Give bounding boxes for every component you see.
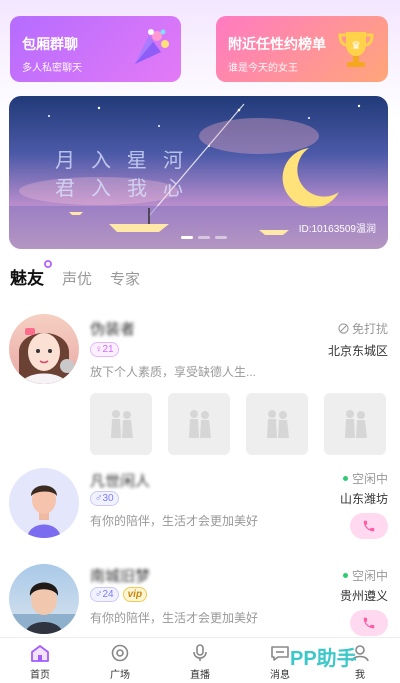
photo-placeholder[interactable] (90, 393, 152, 455)
user-photo-gallery (90, 393, 386, 455)
user-location: 山东潍坊 (339, 492, 388, 506)
promo-banner[interactable]: 月入星河 君入我心 ID:10163509温润 (9, 96, 388, 249)
banner-pagination (181, 236, 227, 239)
tab-voice-actors[interactable]: 声优 (62, 268, 92, 289)
card-title: 附近任性约榜单 (228, 36, 326, 52)
user-bio: 有你的陪伴，生活才会更加美好 (90, 611, 259, 625)
gender-age-badge: ♂30 (90, 491, 119, 506)
user-name: 凡世闲人 (90, 473, 151, 490)
gender-age-badge: ♂24 (90, 587, 119, 602)
microphone-icon (193, 644, 207, 661)
user-name: 南城旧梦 (90, 568, 151, 585)
card-title: 包厢群聊 (22, 36, 78, 52)
pagination-dot (215, 236, 227, 239)
nav-home[interactable]: 首页 (0, 638, 80, 683)
user-bio: 放下个人素质，享受缺德人生... (90, 365, 257, 379)
watermark-text: PP助手 (290, 648, 357, 670)
banner-author-id: ID:10163509温润 (298, 224, 376, 235)
user-location: 贵州遵义 (339, 589, 388, 603)
photo-placeholder[interactable] (324, 393, 386, 455)
nav-label: 广场 (110, 670, 130, 681)
svg-text:♛: ♛ (351, 39, 361, 52)
nav-label: 直播 (190, 670, 210, 681)
nearby-ranking-card[interactable]: 附近任性约榜单 谁是今天的女王 ♛ (216, 16, 388, 82)
nav-label: 消息 (270, 670, 290, 681)
status-text: 免打扰 (351, 322, 388, 336)
status-badge: 免打扰 (338, 320, 388, 337)
plaza-icon (111, 644, 129, 662)
user-badges: ♂30 (90, 491, 119, 506)
status-text: 空闲中 (351, 569, 388, 583)
tab-friends[interactable]: 魅友 (10, 260, 52, 289)
voice-call-button[interactable] (350, 610, 388, 636)
home-icon (31, 645, 49, 662)
phone-icon (363, 617, 375, 629)
online-dot (342, 476, 348, 481)
status-badge: 空闲中 (342, 470, 388, 487)
trophy-icon: ♛ (338, 32, 374, 67)
vip-badge: vip (122, 587, 148, 602)
status-text: 空闲中 (351, 472, 388, 486)
pagination-dot (198, 236, 210, 239)
voice-call-button[interactable] (350, 513, 388, 539)
user-bio: 有你的陪伴，生活才会更加美好 (90, 514, 259, 528)
photo-placeholder[interactable] (246, 393, 308, 455)
couple-silhouette-icon (267, 410, 289, 438)
user-location: 北京东城区 (327, 344, 388, 358)
user-name: 伪装者 (90, 321, 136, 338)
nav-label: 首页 (30, 670, 50, 681)
user-badges: ♀21 (90, 342, 119, 357)
pagination-dot (181, 236, 193, 239)
tab-experts[interactable]: 专家 (110, 268, 140, 289)
private-room-card[interactable]: 包厢群聊 多人私密聊天 (10, 16, 181, 82)
nav-live[interactable]: 直播 (160, 638, 240, 683)
user-badges: ♂24 vip (90, 587, 148, 602)
banner-poem-line1: 月入星河 (55, 148, 199, 172)
message-icon (271, 646, 289, 661)
card-subtitle: 多人私密聊天 (22, 63, 82, 74)
banner-poem-line2: 君入我心 (55, 176, 199, 200)
phone-icon (363, 520, 375, 532)
nav-plaza[interactable]: 广场 (80, 638, 160, 683)
do-not-disturb-icon (338, 323, 349, 334)
avatar[interactable] (9, 314, 79, 384)
active-tab-indicator (44, 260, 52, 268)
avatar[interactable] (9, 468, 79, 538)
status-badge: 空闲中 (342, 567, 388, 584)
couple-silhouette-icon (345, 410, 367, 438)
couple-silhouette-icon (111, 410, 133, 438)
avatar[interactable] (9, 564, 79, 634)
online-dot (342, 573, 348, 578)
photo-placeholder[interactable] (168, 393, 230, 455)
tab-label: 魅友 (10, 269, 44, 288)
card-subtitle: 谁是今天的女王 (228, 63, 298, 74)
category-tabs: 魅友 声优 专家 (10, 260, 158, 290)
party-popper-icon (135, 29, 169, 64)
gender-age-badge: ♀21 (90, 342, 119, 357)
couple-silhouette-icon (189, 410, 211, 438)
